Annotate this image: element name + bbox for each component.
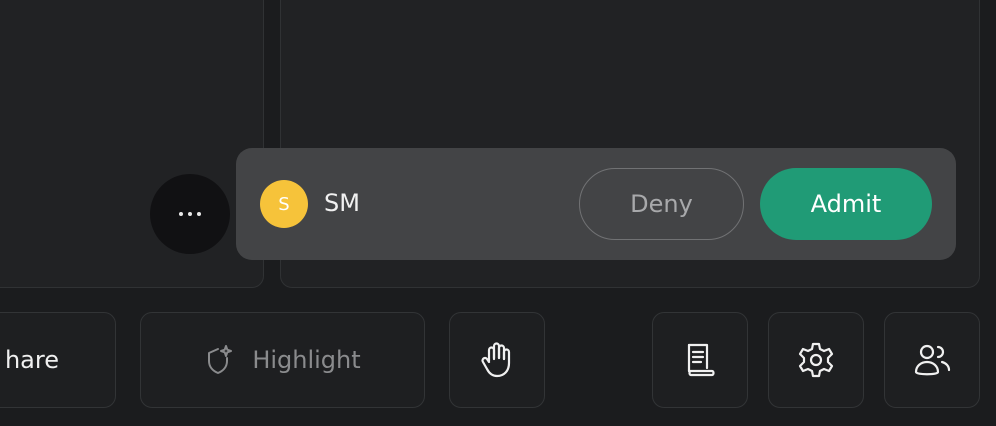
highlight-label: Highlight (252, 346, 361, 374)
avatar: S (260, 180, 308, 228)
highlight-button[interactable]: Highlight (140, 312, 425, 408)
more-dot (188, 212, 192, 216)
admit-button[interactable]: Admit (760, 168, 932, 240)
more-dot (197, 212, 201, 216)
gear-icon (796, 340, 836, 380)
scroll-notes-icon (682, 341, 718, 379)
avatar-initial: S (278, 193, 290, 215)
admit-label: Admit (810, 190, 882, 218)
raise-hand-button[interactable] (449, 312, 545, 408)
hand-icon (479, 341, 515, 379)
meeting-screen: S SM Deny Admit hare Highlight (0, 0, 996, 426)
deny-label: Deny (630, 190, 693, 218)
share-label: hare (4, 346, 59, 374)
more-options-button[interactable] (150, 174, 230, 254)
shield-sparkle-icon (204, 344, 234, 376)
participants-button[interactable] (884, 312, 980, 408)
settings-button[interactable] (768, 312, 864, 408)
video-tile-left (0, 0, 264, 288)
waiting-room-panel: S SM Deny Admit (236, 148, 956, 260)
more-dots-icon (179, 212, 183, 216)
participant-name: SM (324, 189, 360, 217)
people-icon (912, 340, 952, 380)
deny-button[interactable]: Deny (579, 168, 744, 240)
notes-button[interactable] (652, 312, 748, 408)
share-button[interactable]: hare (0, 312, 116, 408)
